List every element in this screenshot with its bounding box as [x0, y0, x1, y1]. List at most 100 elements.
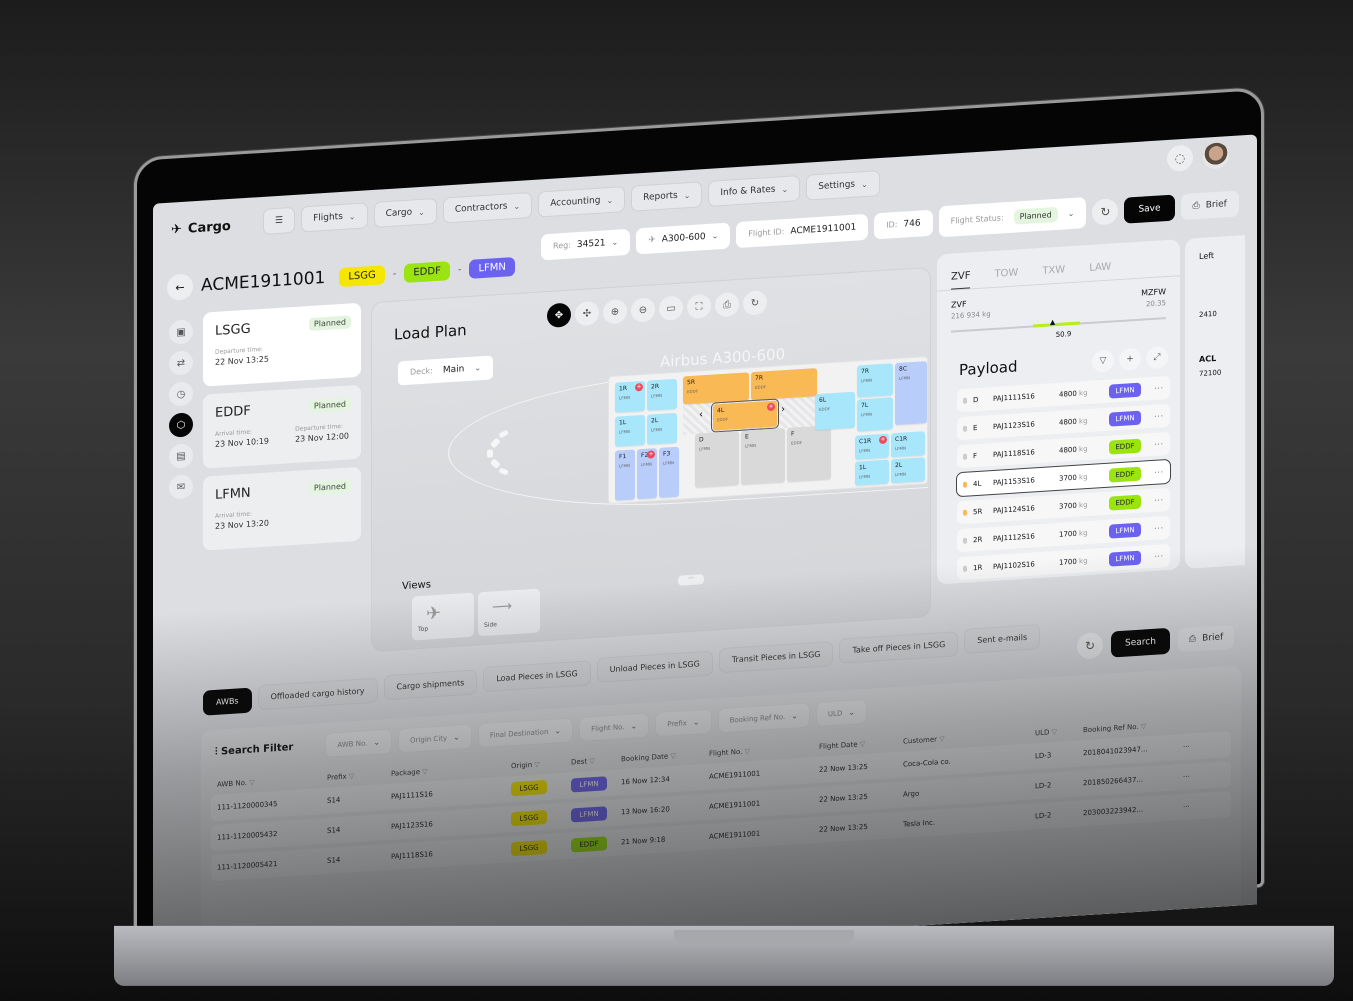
column-header[interactable]: Package ▽ — [391, 762, 511, 778]
more-options-icon[interactable]: ··· — [1183, 801, 1213, 811]
column-header[interactable]: Dest ▽ — [571, 755, 621, 766]
filter-icon[interactable]: ▽ — [589, 757, 594, 765]
chevron-right-icon[interactable]: › — [781, 404, 785, 415]
more-options-icon[interactable]: ··· — [1154, 440, 1164, 449]
bottom-tab[interactable]: Cargo shipments — [383, 669, 478, 701]
uld-slot[interactable]: 7L LFMN — [857, 397, 893, 432]
save-button[interactable]: Save — [1124, 194, 1175, 224]
deck-select[interactable]: Deck: Main ⌄ — [398, 355, 494, 386]
more-options-icon[interactable]: ··· — [1154, 384, 1164, 393]
bottom-tab[interactable]: Offloaded cargo history — [257, 677, 378, 711]
uld-slot[interactable]: 2L LFMN — [891, 457, 925, 484]
filter-icon[interactable]: ▽ — [349, 772, 354, 780]
column-header[interactable]: Booking Ref No. ▽ — [1083, 720, 1183, 734]
back-button[interactable]: ← — [167, 273, 193, 301]
fit-screen-button[interactable]: ⛶ — [687, 293, 711, 320]
flight-status-select[interactable]: Flight Status: Planned ⌄ — [938, 197, 1087, 238]
uld-slot[interactable]: 6L EDDF — [815, 391, 855, 431]
tab-law[interactable]: LAW — [1089, 262, 1111, 281]
column-header[interactable]: Flight Date ▽ — [819, 738, 903, 751]
uld-slot[interactable]: C1R LFMN + — [855, 433, 889, 460]
filter-dropdown[interactable]: Final Destination ⌄ — [477, 717, 574, 749]
column-header[interactable]: AWB No. ▽ — [217, 774, 327, 788]
uld-slot[interactable]: E LFMN — [741, 428, 785, 485]
pan-tool-button[interactable]: ✥ — [547, 302, 571, 329]
filter-dropdown[interactable]: AWB No. ⌄ — [325, 728, 393, 758]
refresh-button[interactable]: ↻ — [1077, 632, 1103, 660]
rail-documents[interactable]: ▤ — [169, 443, 193, 469]
zoom-in-button[interactable]: ⊕ — [603, 298, 627, 325]
more-options-icon[interactable]: ··· — [1154, 412, 1164, 421]
uld-slot[interactable]: 5R EDDF — [683, 372, 749, 405]
uld-slot[interactable]: 2R LFMN — [647, 378, 677, 411]
filter-icon[interactable]: ▽ — [534, 760, 539, 768]
more-options-icon[interactable]: ··· — [1154, 524, 1164, 533]
filter-button[interactable]: ▽ — [1092, 349, 1114, 373]
id-field[interactable]: ID: 746 — [874, 209, 933, 239]
filter-icon[interactable]: ▽ — [860, 740, 865, 748]
rail-history[interactable]: ◷ — [169, 381, 193, 407]
uld-slot[interactable]: F2 LFMN + — [637, 448, 657, 500]
rail-cargo[interactable]: ⬡ — [169, 412, 193, 438]
expand-button[interactable]: ⤢ — [1146, 345, 1168, 370]
cg-marker-icon[interactable]: ▲ — [1050, 318, 1055, 326]
bottom-tab[interactable]: Transit Pieces in LSGG — [718, 640, 834, 674]
column-header[interactable]: Booking Date ▽ — [621, 750, 709, 763]
more-options-icon[interactable]: ··· — [1154, 468, 1164, 477]
nav-cargo[interactable]: Cargo ⌄ — [373, 197, 437, 228]
search-button[interactable]: Search — [1111, 627, 1170, 658]
menu-button[interactable]: ☰ — [263, 206, 296, 235]
bottom-tab[interactable]: AWBs — [203, 687, 252, 716]
reg-select[interactable]: Reg: 34521 ⌄ — [541, 228, 631, 260]
refresh-button[interactable]: ↻ — [1092, 197, 1119, 226]
bottom-tab[interactable]: Unload Pieces in LSGG — [596, 650, 713, 683]
rail-contacts[interactable]: ✉ — [169, 474, 193, 500]
filter-icon[interactable]: ▽ — [1052, 728, 1057, 736]
tab-zvf[interactable]: ZVF — [951, 270, 971, 290]
aircraft-select[interactable]: ✈ A300-600 ⌄ — [636, 221, 731, 254]
zoom-out-button[interactable]: ⊖ — [631, 297, 655, 323]
column-header[interactable]: Prefix ▽ — [327, 770, 391, 782]
filter-icon[interactable]: ▽ — [249, 778, 254, 786]
more-options-icon[interactable]: ··· — [1154, 552, 1164, 561]
print-button[interactable]: ⎙ — [715, 291, 739, 318]
filter-dropdown[interactable]: Origin City ⌄ — [398, 723, 472, 754]
column-header[interactable]: Flight No. ▽ — [709, 743, 819, 758]
resize-handle[interactable]: ··· — [678, 574, 704, 586]
filter-dropdown[interactable]: Flight No. ⌄ — [579, 712, 650, 742]
view-side[interactable]: ⟶ Side — [478, 588, 540, 637]
nav-settings[interactable]: Settings ⌄ — [806, 170, 880, 201]
brief-button[interactable]: ⎙ Brief — [1180, 189, 1239, 220]
uld-slot[interactable]: 7R LFMN — [857, 363, 893, 398]
uld-slot[interactable]: F1 LFMN — [615, 449, 635, 501]
more-options-icon[interactable]: ··· — [1183, 771, 1213, 781]
uld-slot[interactable]: 4L EDDF + — [711, 398, 779, 433]
column-header[interactable]: Customer ▽ — [903, 729, 1035, 746]
column-header[interactable]: ULD ▽ — [1035, 726, 1083, 737]
more-options-icon[interactable]: ··· — [1183, 741, 1213, 751]
stop-card[interactable]: LSGG Planned Departure time: 22 Nov 13:25 — [203, 302, 361, 387]
filter-dropdown[interactable]: Prefix ⌄ — [655, 708, 712, 738]
filter-dropdown[interactable]: Booking Ref No. ⌄ — [717, 702, 810, 734]
flight-id-field[interactable]: Flight ID: ACME1911001 — [736, 213, 869, 248]
filter-icon[interactable]: ▽ — [422, 768, 427, 776]
uld-slot[interactable]: D LFMN — [695, 430, 739, 488]
chevron-left-icon[interactable]: ‹ — [699, 409, 703, 420]
uld-slot[interactable]: 7R EDDF — [751, 368, 817, 401]
nav-contractors[interactable]: Contractors ⌄ — [442, 191, 533, 224]
uld-slot[interactable]: F EDDF — [787, 425, 831, 482]
uld-slot[interactable]: F3 LFMN — [659, 446, 679, 498]
tab-tow[interactable]: TOW — [994, 267, 1018, 287]
filter-icon[interactable]: ▽ — [670, 752, 675, 760]
bottom-tab[interactable]: Take off Pieces in LSGG — [839, 631, 959, 664]
uld-slot[interactable]: 1L LFMN — [615, 414, 645, 447]
filter-icon[interactable]: ▽ — [1141, 722, 1146, 730]
bottom-tab[interactable]: Sent e-mails — [964, 623, 1041, 654]
nav-flights[interactable]: Flights ⌄ — [301, 202, 368, 233]
filter-icon[interactable]: ▽ — [745, 747, 750, 755]
filter-dropdown[interactable]: ULD ⌄ — [815, 698, 868, 728]
rail-add-card[interactable]: ▣ — [169, 319, 193, 345]
save-layout-button[interactable]: ▭ — [659, 295, 683, 321]
drag-tool-button[interactable]: ✣ — [575, 300, 599, 327]
uld-slot[interactable]: 1L LFMN — [855, 459, 889, 486]
